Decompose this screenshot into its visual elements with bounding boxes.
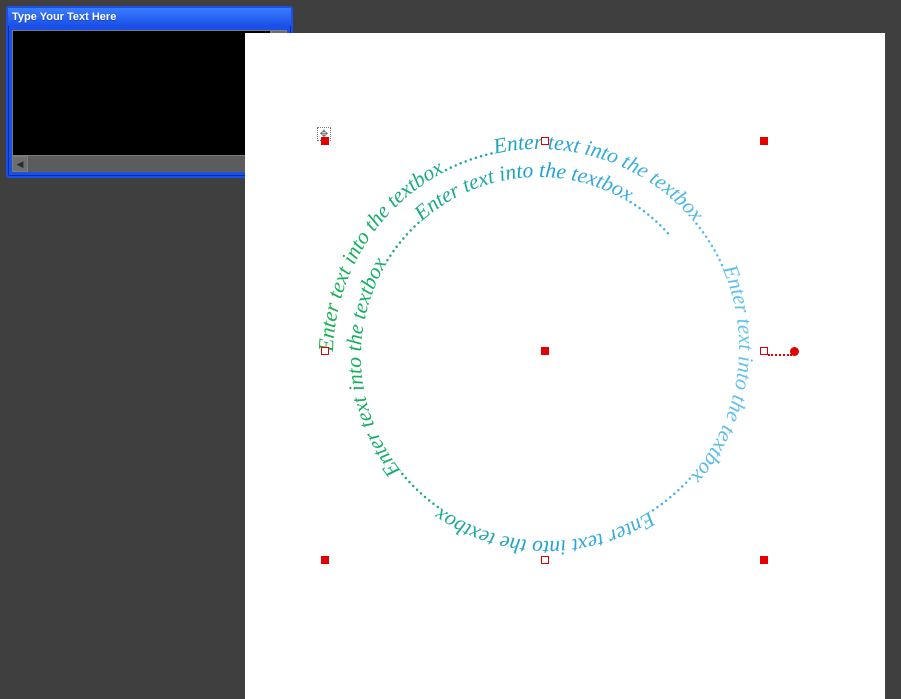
document-canvas[interactable]: ✥ Enter text into the textbox..........E… (245, 33, 885, 699)
chevron-left-icon: ◀ (17, 160, 24, 169)
selection-handle-mid-right[interactable] (760, 347, 768, 355)
selection-handle-top-right[interactable] (760, 137, 768, 145)
rotation-connector (768, 354, 792, 356)
horizontal-scrollbar[interactable]: ◀ ▶ (12, 156, 271, 172)
selection-handle-top-center[interactable] (541, 137, 549, 145)
selection-handle-top-left[interactable] (321, 137, 329, 145)
spiral-placeholder-text[interactable]: Enter text into the textbox..........Ent… (314, 130, 758, 560)
selection-handle-bottom-center[interactable] (541, 556, 549, 564)
scroll-left-button[interactable]: ◀ (12, 156, 28, 172)
selection-handle-center[interactable] (541, 347, 549, 355)
selection-handle-mid-left[interactable] (321, 347, 329, 355)
selection-handle-bottom-left[interactable] (321, 556, 329, 564)
rotation-handle[interactable] (790, 347, 799, 356)
selection-handle-bottom-right[interactable] (760, 556, 768, 564)
text-entry-input[interactable] (12, 30, 271, 156)
dialog-title: Type Your Text Here (12, 11, 116, 23)
horizontal-scroll-track[interactable] (28, 156, 255, 172)
dialog-titlebar[interactable]: Type Your Text Here (8, 8, 291, 26)
spiral-text-object[interactable]: Enter text into the textbox..........Ent… (325, 130, 785, 590)
